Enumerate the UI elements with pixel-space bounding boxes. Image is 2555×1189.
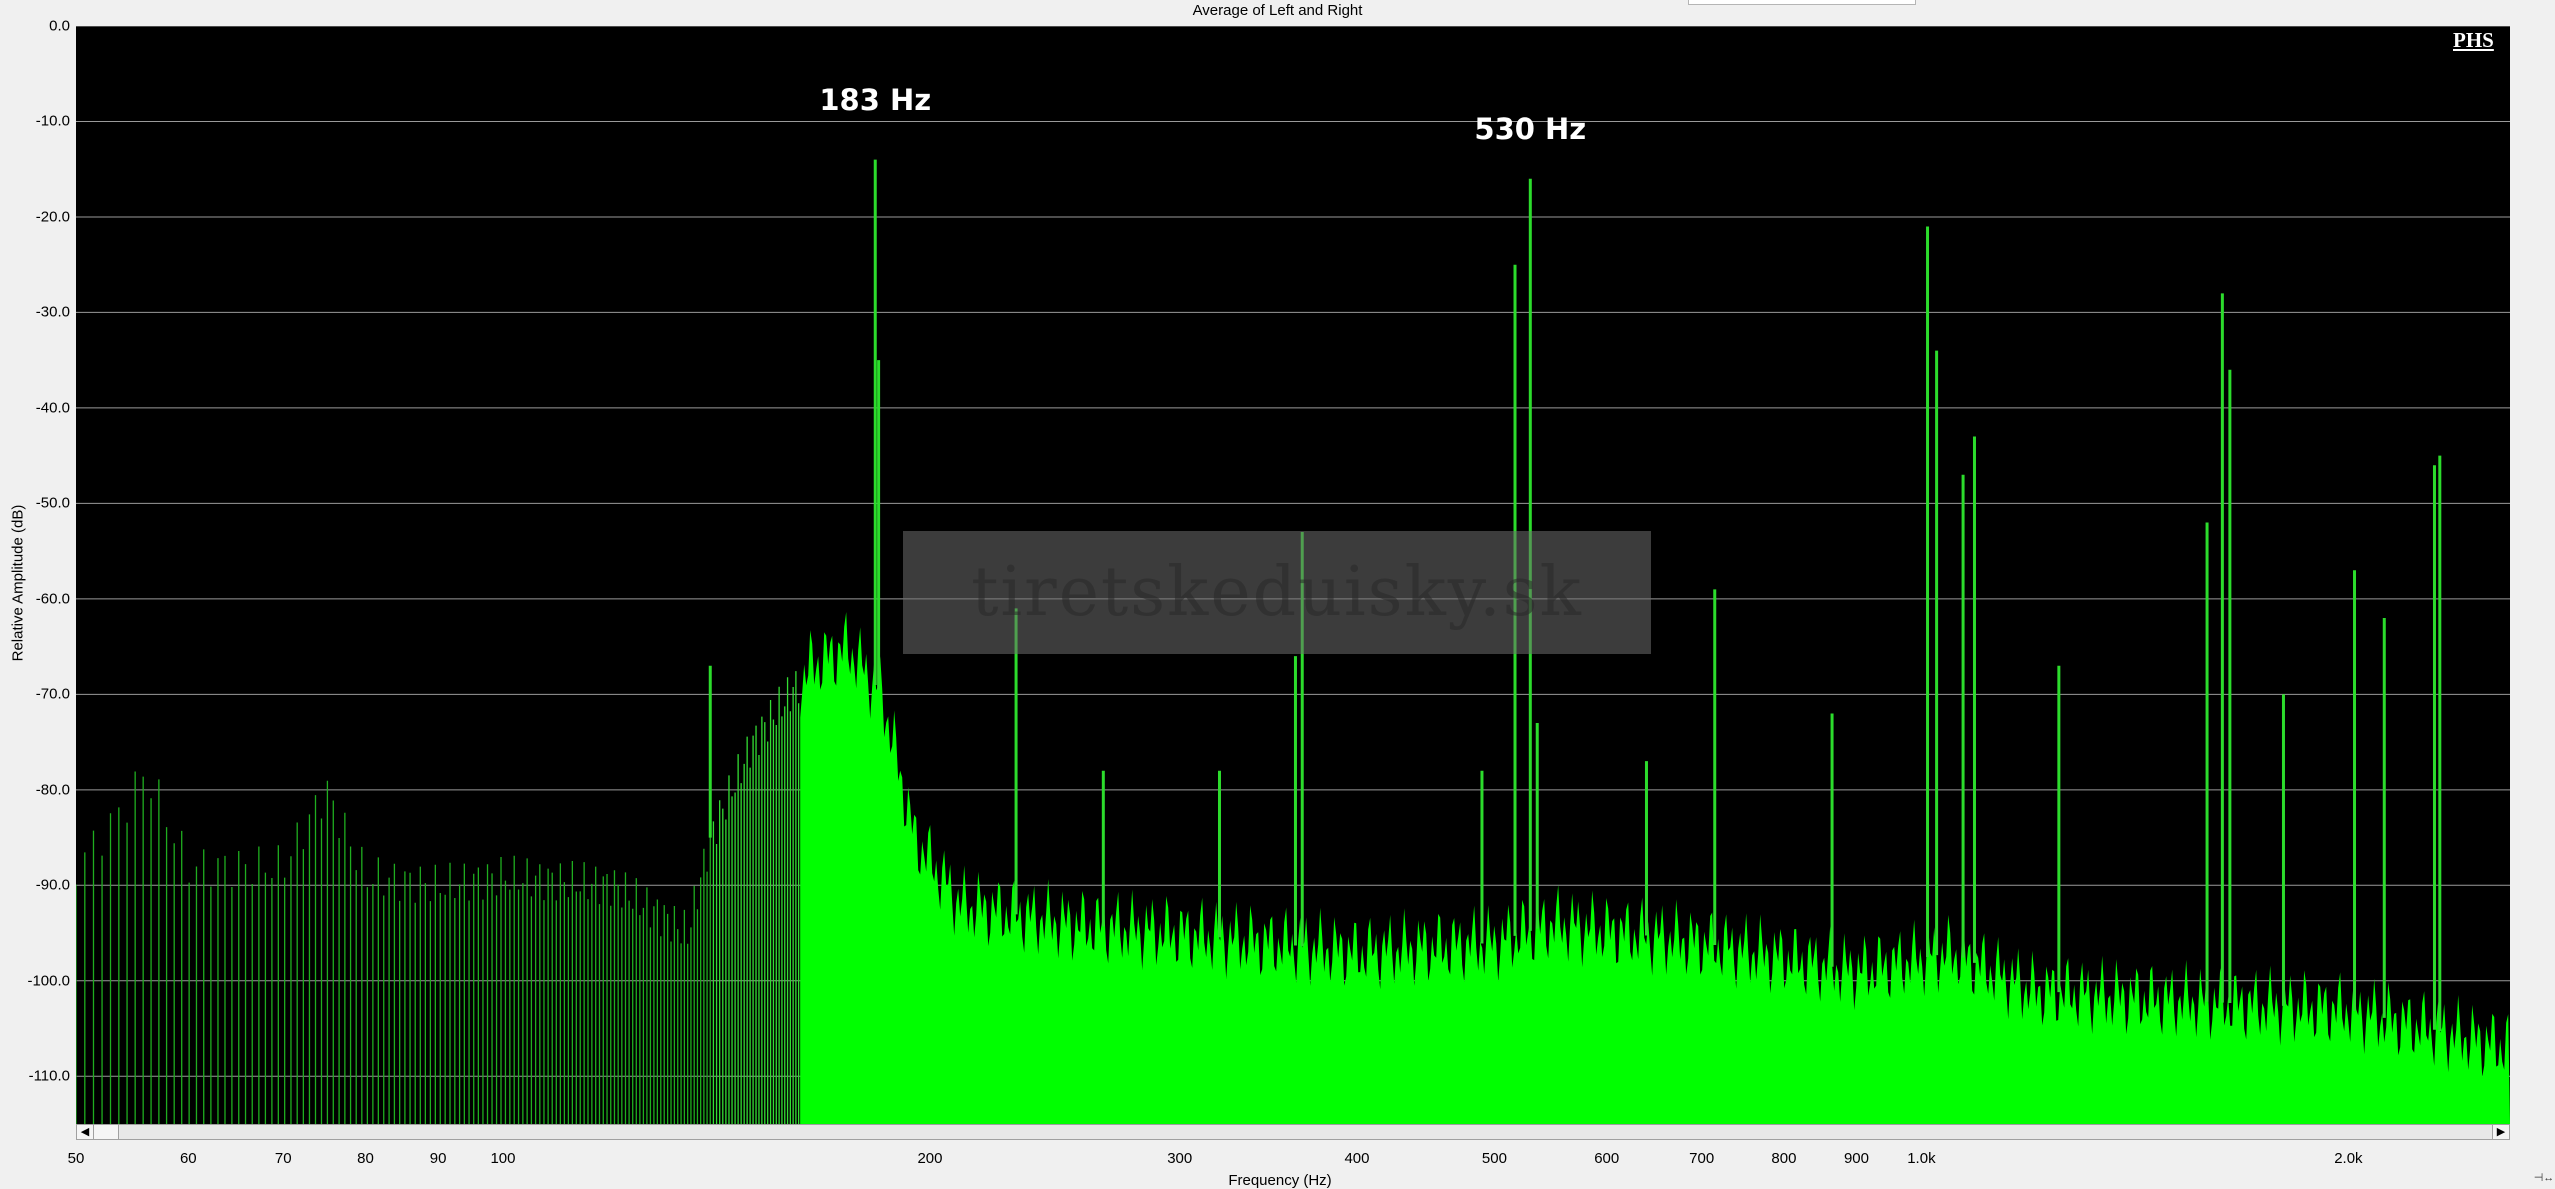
resize-grip-icon[interactable]: ⊣↔ [2533, 1170, 2555, 1186]
x-axis-label: Frequency (Hz) [1228, 1172, 1332, 1189]
x-tick-label: 200 [917, 1150, 943, 1167]
y-tick-label: -110.0 [28, 1067, 70, 1085]
x-tick-label: 90 [429, 1150, 447, 1167]
x-tick-label: 800 [1771, 1150, 1797, 1167]
watermark: tiretskeduisky.sk [903, 531, 1651, 654]
y-tick-label: -80.0 [35, 781, 70, 799]
y-tick-label: -90.0 [35, 876, 70, 894]
x-tick-label: 2.0k [2334, 1150, 2363, 1167]
y-tick-label: -60.0 [35, 590, 70, 608]
x-tick-label: 500 [1481, 1150, 1507, 1167]
x-tick-label: 600 [1594, 1150, 1620, 1167]
x-tick-label: 100 [490, 1150, 516, 1167]
scroll-right-arrow-icon[interactable]: ▶ [2492, 1125, 2509, 1139]
scroll-thumb[interactable] [94, 1125, 119, 1139]
x-tick-label: 300 [1167, 1150, 1193, 1167]
watermark-text: tiretskeduisky.sk [971, 553, 1583, 632]
x-tick-label: 50 [67, 1150, 85, 1167]
x-tick-label: 900 [1843, 1150, 1869, 1167]
x-tick-label: 700 [1689, 1150, 1715, 1167]
x-tick-label: 70 [274, 1150, 292, 1167]
y-tick-label: -30.0 [35, 303, 70, 321]
phs-badge: PHS [2453, 28, 2494, 52]
scroll-left-arrow-icon[interactable]: ◀ [77, 1125, 94, 1139]
y-tick-label: -100.0 [27, 972, 70, 990]
y-tick-label: -50.0 [35, 494, 70, 512]
y-tick-label: -40.0 [35, 399, 70, 417]
x-tick-label: 1.0k [1907, 1150, 1936, 1167]
y-tick-label: -70.0 [35, 685, 70, 703]
horizontal-scrollbar[interactable]: ◀ ▶ [76, 1124, 2510, 1140]
y-axis-label: Relative Amplitude (dB) [9, 504, 27, 662]
peak-annotation: 530 Hz [1474, 112, 1587, 147]
peak-annotation: 183 Hz [819, 83, 932, 118]
y-tick-label: -10.0 [35, 112, 70, 130]
chart-title: Average of Left and Right [1192, 2, 1363, 19]
y-tick-label: 0.0 [49, 17, 70, 35]
x-tick-label: 400 [1344, 1150, 1370, 1167]
x-tick-label: 60 [179, 1150, 197, 1167]
y-tick-label: -20.0 [35, 208, 70, 226]
x-tick-label: 80 [357, 1150, 374, 1167]
